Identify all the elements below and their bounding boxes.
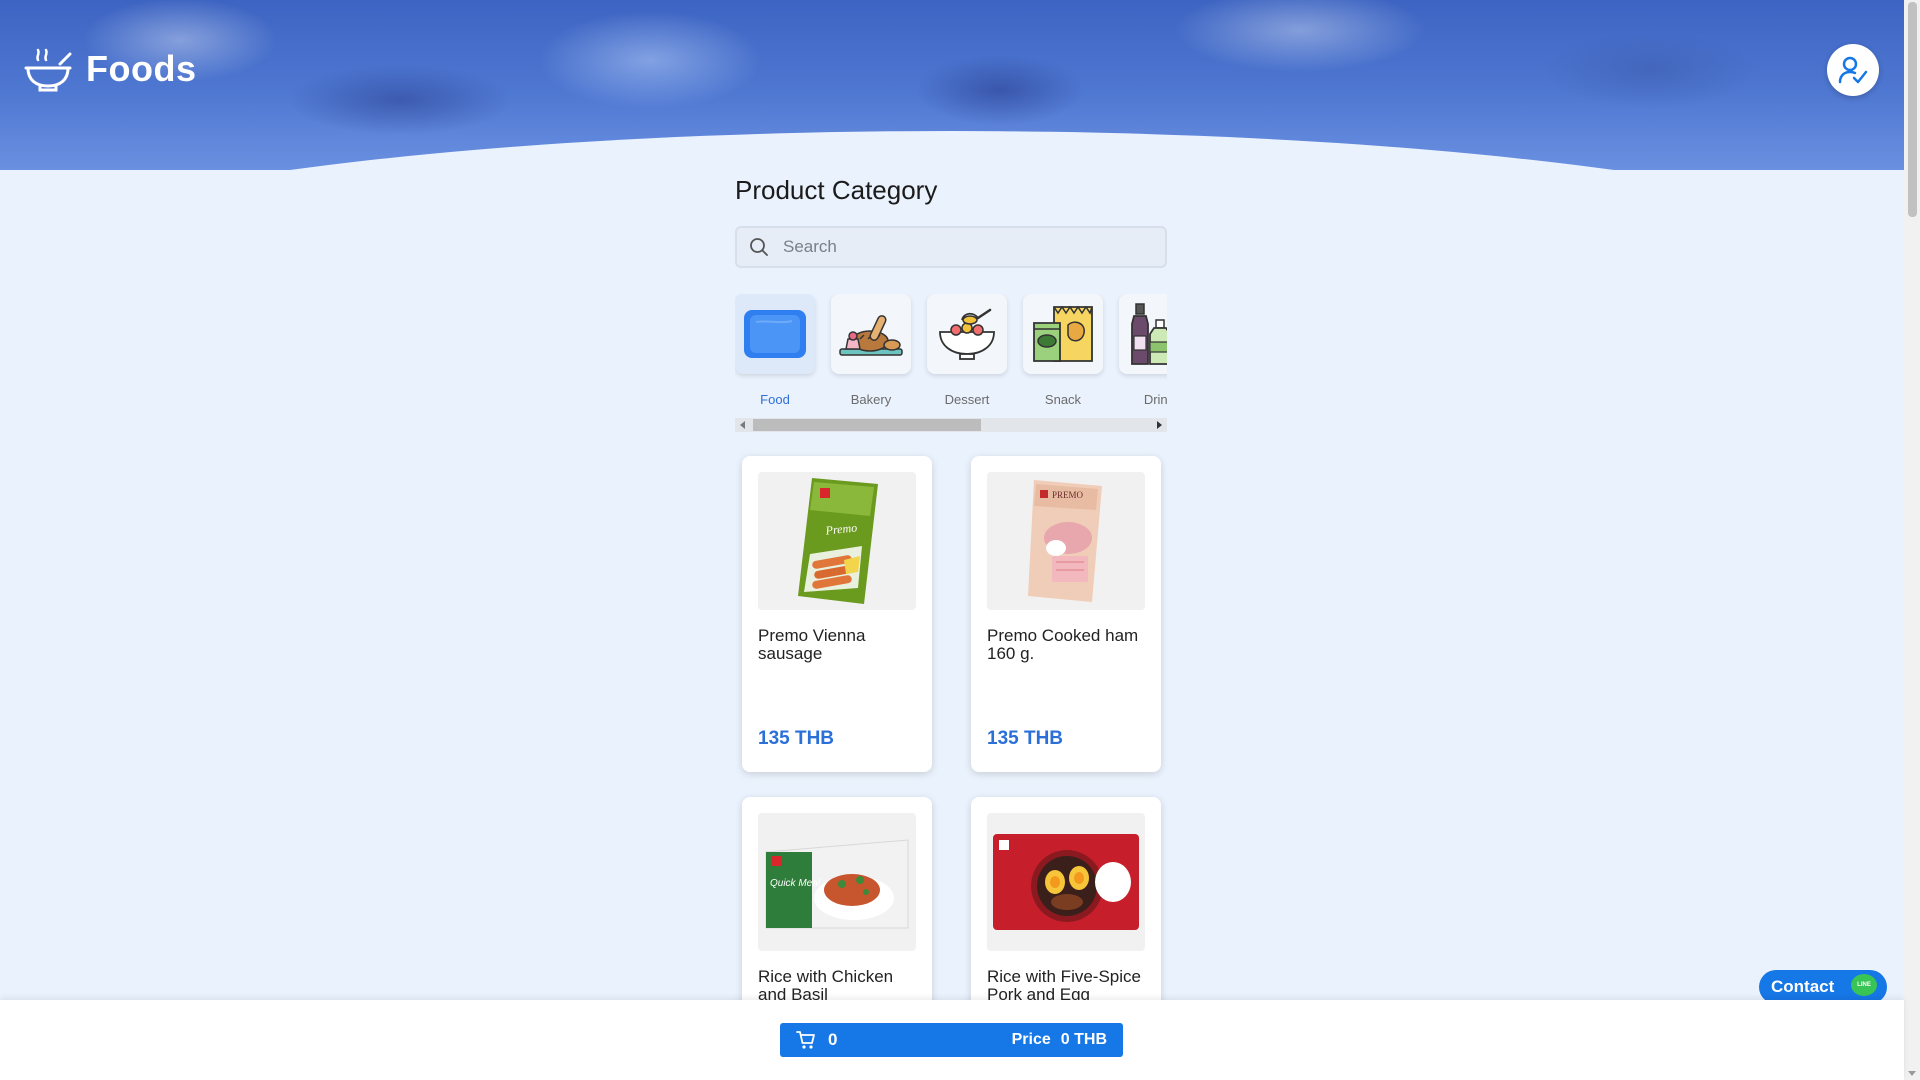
category-food[interactable]: Food xyxy=(735,294,815,407)
bowl-icon xyxy=(24,48,72,92)
sausage-pack-image: Premo xyxy=(798,478,878,604)
rice-pork-egg-pack-image xyxy=(993,834,1139,930)
category-label: Snack xyxy=(1044,392,1082,407)
category-dessert-tile[interactable] xyxy=(927,294,1007,374)
cart-button[interactable]: 0 Price 0 THB xyxy=(780,1023,1123,1057)
product-name: Premo Vienna sausage xyxy=(758,626,866,663)
brand-name: Foods xyxy=(86,48,197,89)
category-carousel: Food Bakery Dessert Snack Drin xyxy=(735,294,1167,452)
contact-label: Contact xyxy=(1771,977,1835,996)
ham-pack-image: PREMO xyxy=(1028,480,1102,602)
search-input[interactable] xyxy=(783,237,1143,257)
category-drink[interactable]: Drink xyxy=(1119,294,1167,407)
category-scrollbar[interactable] xyxy=(735,418,1167,432)
product-name: Premo Cooked ham 160 g. xyxy=(987,626,1139,663)
category-dessert[interactable]: Dessert xyxy=(927,294,1007,407)
cart-count: 0 xyxy=(828,1030,838,1049)
category-bakery[interactable]: Bakery xyxy=(831,294,911,407)
main-content: Product Category Food xyxy=(735,175,1167,452)
drink-icon xyxy=(1131,303,1167,365)
category-label: Bakery xyxy=(850,392,892,407)
category-label: Food xyxy=(760,392,790,407)
page-scrollbar-thumb[interactable] xyxy=(1908,2,1917,217)
product-image[interactable]: Premo xyxy=(758,472,916,610)
product-card[interactable]: PREMO Premo Cooked ham 160 g. 135 THB xyxy=(971,456,1161,772)
dessert-icon xyxy=(939,308,995,360)
scroll-down-icon[interactable] xyxy=(1908,1071,1916,1076)
food-tray-icon xyxy=(744,310,806,358)
cart-icon xyxy=(796,1031,815,1049)
cart-price-value: 0 THB xyxy=(1060,1031,1107,1048)
product-card[interactable]: Premo Premo Vienna sausage 135 THB xyxy=(742,456,932,772)
bottom-bar: 0 Price 0 THB xyxy=(0,1000,1904,1080)
banner-curve xyxy=(0,131,1904,170)
user-check-icon xyxy=(1838,56,1868,84)
page-title: Product Category xyxy=(735,175,938,205)
category-bakery-tile[interactable] xyxy=(831,294,911,374)
snack-icon xyxy=(1033,305,1093,362)
rice-basil-pack-image: Quick Meal xyxy=(765,839,909,929)
product-price: 135 THB xyxy=(987,728,1064,749)
category-scrollbar-thumb[interactable] xyxy=(753,419,981,431)
category-food-tile[interactable] xyxy=(735,294,815,374)
cart-price-label: Price xyxy=(1011,1031,1051,1048)
product-image[interactable] xyxy=(987,813,1145,951)
category-snack[interactable]: Snack xyxy=(1023,294,1103,407)
search-box[interactable] xyxy=(735,226,1167,268)
contact-button[interactable]: Contact LINE xyxy=(1759,970,1887,1004)
svg-text:Quick Meal: Quick Meal xyxy=(770,878,821,889)
product-image[interactable]: PREMO xyxy=(987,472,1145,610)
line-chat-icon: LINE xyxy=(1851,974,1877,996)
svg-text:PREMO: PREMO xyxy=(1052,490,1084,500)
search-icon xyxy=(750,238,768,256)
scroll-right-icon[interactable] xyxy=(1157,421,1162,429)
bakery-icon xyxy=(839,315,903,356)
category-drink-tile[interactable] xyxy=(1119,294,1167,374)
product-price: 135 THB xyxy=(758,728,835,749)
product-image[interactable]: Quick Meal xyxy=(758,813,916,951)
category-label: Drink xyxy=(1143,392,1167,407)
category-label: Dessert xyxy=(944,392,990,407)
page-scrollbar[interactable] xyxy=(1904,0,1920,1080)
brand-logo[interactable]: Foods xyxy=(24,46,196,92)
user-account-button[interactable] xyxy=(1827,44,1879,96)
scroll-left-icon[interactable] xyxy=(740,421,745,429)
category-snack-tile[interactable] xyxy=(1023,294,1103,374)
header-banner: Foods xyxy=(0,0,1904,170)
